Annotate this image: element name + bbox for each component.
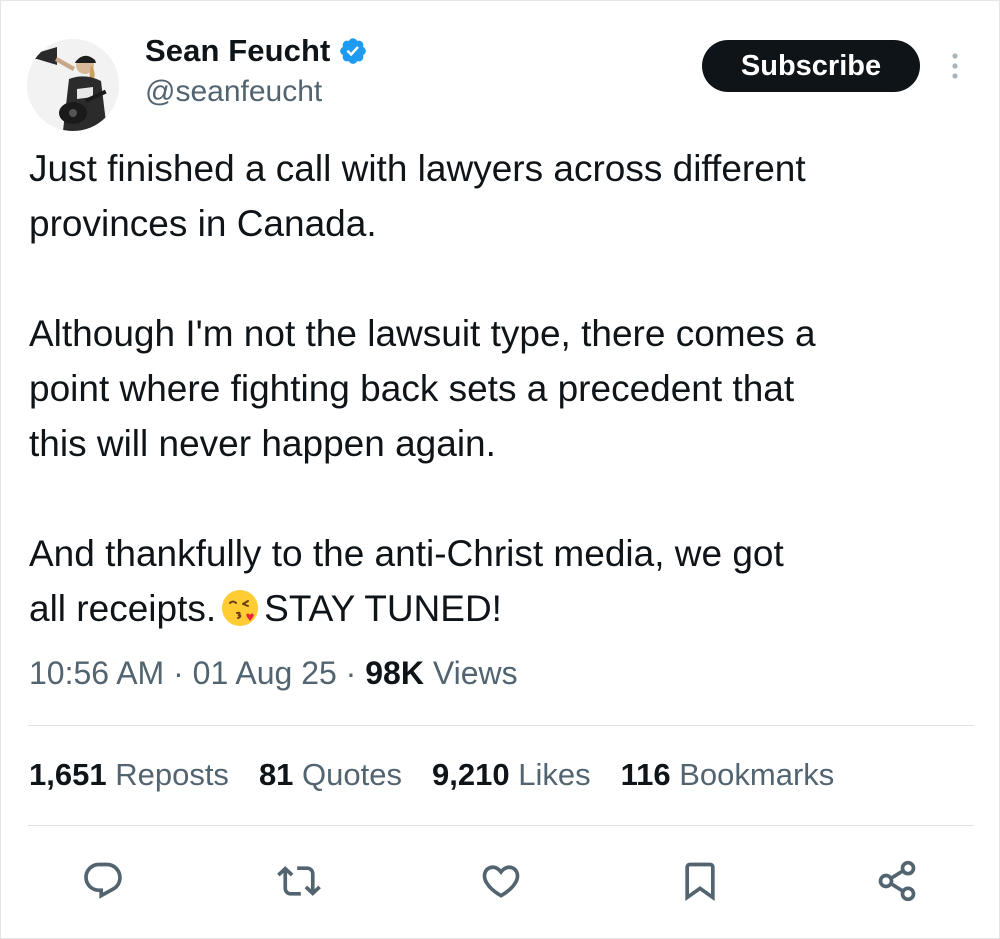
divider xyxy=(28,825,974,826)
quotes-stat[interactable]: 81 Quotes xyxy=(259,757,402,793)
tweet-line: Although I'm not the lawsuit type, there… xyxy=(29,313,816,354)
share-icon xyxy=(878,860,916,902)
divider xyxy=(28,725,974,726)
bookmarks-count: 116 xyxy=(620,757,671,792)
tweet-text-fragment: all receipts. xyxy=(29,588,217,629)
verified-badge-icon[interactable] xyxy=(338,36,368,66)
like-button[interactable] xyxy=(476,856,526,906)
tweet-line-with-emoji: all receipts. STAY TUNED! xyxy=(29,581,979,636)
bookmark-button[interactable] xyxy=(675,856,725,906)
quotes-label: Quotes xyxy=(302,757,402,792)
share-button[interactable] xyxy=(872,856,922,906)
action-bar xyxy=(1,856,1000,906)
kissing-face-emoji-icon xyxy=(220,588,260,628)
author-display-name[interactable]: Sean Feucht xyxy=(145,33,330,69)
engagement-stats: 1,651 Reposts 81 Quotes 9,210 Likes 116 … xyxy=(29,757,864,793)
likes-count: 9,210 xyxy=(432,757,510,792)
likes-label: Likes xyxy=(518,757,591,792)
bookmarks-stat[interactable]: 116 Bookmarks xyxy=(621,757,835,793)
tweet-card: Sean Feucht @seanfeucht Subscribe Just f… xyxy=(0,0,1000,939)
reply-icon xyxy=(84,862,122,899)
tweet-date[interactable]: 01 Aug 25 xyxy=(193,655,337,691)
repost-icon xyxy=(277,866,321,896)
reposts-stat[interactable]: 1,651 Reposts xyxy=(29,757,229,793)
avatar[interactable] xyxy=(27,39,119,131)
more-vertical-icon[interactable] xyxy=(945,51,965,83)
reposts-label: Reposts xyxy=(115,757,229,792)
author-name-row: Sean Feucht xyxy=(145,31,368,71)
views-label: Views xyxy=(432,655,518,691)
subscribe-button[interactable]: Subscribe xyxy=(702,40,920,92)
bookmark-icon xyxy=(685,862,715,902)
tweet-meta: 10:56 AM · 01 Aug 25 · 98K Views xyxy=(29,655,518,692)
likes-stat[interactable]: 9,210 Likes xyxy=(432,757,591,793)
tweet-time[interactable]: 10:56 AM xyxy=(29,655,164,691)
views-count: 98K xyxy=(365,655,424,691)
tweet-line: point where fighting back sets a precede… xyxy=(29,368,795,409)
tweet-line: provinces in Canada. xyxy=(29,203,377,244)
meta-separator: · xyxy=(173,655,184,691)
heart-icon xyxy=(482,865,520,898)
tweet-line: Just finished a call with lawyers across… xyxy=(29,148,806,189)
tweet-text: Just finished a call with lawyers across… xyxy=(29,141,979,636)
avatar-photo xyxy=(27,39,119,131)
tweet-text-fragment: STAY TUNED! xyxy=(264,588,502,629)
reply-button[interactable] xyxy=(78,856,128,906)
bookmarks-label: Bookmarks xyxy=(679,757,835,792)
meta-separator: · xyxy=(345,655,357,691)
tweet-line: And thankfully to the anti-Christ media,… xyxy=(29,533,784,574)
quotes-count: 81 xyxy=(258,757,294,792)
tweet-line: this will never happen again. xyxy=(29,423,496,464)
repost-button[interactable] xyxy=(274,856,324,906)
reposts-count: 1,651 xyxy=(29,757,107,792)
author-handle[interactable]: @seanfeucht xyxy=(145,75,322,109)
